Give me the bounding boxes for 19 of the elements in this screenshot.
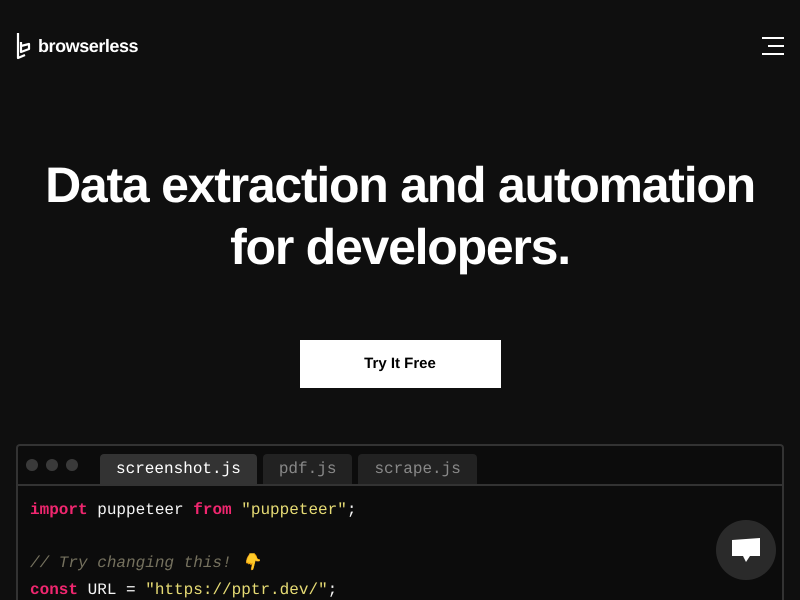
code-token: import [30,501,88,519]
code-token: "puppeteer" [240,501,347,519]
code-token: puppeteer [96,501,185,519]
file-tab[interactable]: pdf.js [262,454,352,484]
try-free-button[interactable]: Try It Free [300,340,500,388]
file-tab[interactable]: scrape.js [358,454,477,484]
code-token: URL = [86,580,137,598]
code-token: ; [346,501,356,519]
code-token: // Try changing this! 👇 [30,554,262,572]
logo-text[interactable]: browserless [38,32,138,60]
code-token: from [193,501,232,519]
code-token: ; [328,580,338,598]
menu-icon[interactable] [762,37,784,55]
logo-icon [16,32,32,60]
hero-title: Data extraction and automation for developers. [45,156,755,277]
file-tab[interactable]: screenshot.js [100,454,257,484]
chat-bubble-icon [731,537,761,563]
code-token: "https://pptr.dev/" [145,580,328,598]
code-token: const [30,580,78,598]
